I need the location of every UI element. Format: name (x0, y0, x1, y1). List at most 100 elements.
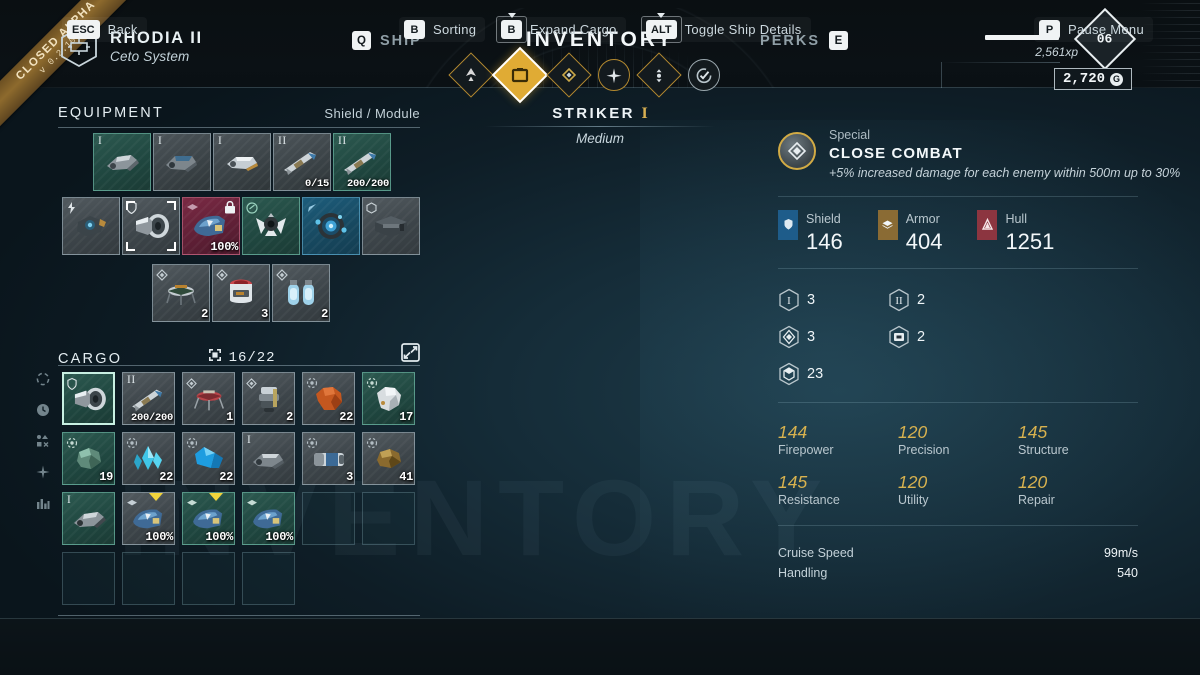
defense-value: 146 (806, 228, 843, 254)
hint-bracket (641, 16, 682, 43)
diamond-icon (216, 268, 228, 286)
attribute: 120 Repair (1018, 472, 1138, 507)
tab-perks[interactable] (591, 52, 637, 98)
cargo-slot[interactable]: 1 (182, 372, 235, 425)
hint-label: Sorting (433, 22, 477, 37)
cargo-slot-empty[interactable] (62, 552, 115, 605)
cargo-slot[interactable]: 22 (302, 372, 355, 425)
selection-corner (126, 201, 135, 210)
tier-2-icon: II (888, 288, 910, 312)
cargo-slot[interactable]: 22 (182, 432, 235, 485)
hint-back[interactable]: ESC Back (62, 17, 147, 42)
credits-display: 2,720 G (1053, 68, 1132, 90)
slot-badge: 22 (159, 470, 173, 484)
selection-corner (167, 201, 176, 210)
slot-badge: 100% (210, 240, 238, 254)
attribute-value: 144 (778, 421, 808, 442)
hint-keycap: B (404, 20, 425, 39)
cargo-slot-empty[interactable] (302, 492, 355, 545)
defense-label: Shield (806, 211, 841, 226)
cargo-filter-rail (36, 372, 50, 515)
mobility-stats: Cruise Speed 99m/s Handling 540 (778, 544, 1138, 583)
cargo-slot-empty[interactable] (182, 552, 235, 605)
shield-icon (67, 377, 77, 395)
tab-inventory[interactable] (491, 46, 549, 104)
cargo-slot-empty[interactable] (362, 492, 415, 545)
equipment-consumable-slot[interactable]: 3 (212, 264, 270, 322)
diamond-icon (156, 268, 168, 286)
hint-sorting[interactable]: B Sorting (399, 17, 486, 42)
expand-icon[interactable] (401, 343, 420, 367)
selection-corner (167, 242, 176, 251)
slot-badge: 22 (339, 410, 353, 424)
defense-hull: Hull 1251 (977, 209, 1054, 254)
hint-keycap: P (1039, 20, 1060, 39)
hint-expand-cargo[interactable]: B Expand Cargo (496, 13, 626, 43)
mobility-label: Handling (778, 565, 828, 580)
equipment-module-slot[interactable] (242, 197, 300, 255)
slot-count-value: 3 (807, 328, 816, 345)
filter-recent-icon[interactable] (36, 403, 50, 422)
cargo-slot[interactable]: 100% (242, 492, 295, 545)
equipment-module-slot[interactable]: 100% (182, 197, 240, 255)
attribute-value: 145 (778, 472, 808, 493)
cargo-slot[interactable]: 41 (362, 432, 415, 485)
cargo-divider (58, 365, 420, 366)
slot-tier: I (158, 135, 163, 147)
equipment-module-slot[interactable] (62, 197, 120, 255)
hull-icon (977, 209, 998, 240)
hint-toggle-ship-details[interactable]: ALT Toggle Ship Details (641, 13, 811, 43)
slot-count-value: 23 (807, 365, 824, 382)
filter-all-icon[interactable] (36, 372, 50, 391)
cargo-slot[interactable]: 100% (122, 492, 175, 545)
attribute-label: Precision (898, 443, 950, 458)
cargo-capacity: 16/22 (228, 349, 276, 366)
cargo-slot-selected[interactable] (62, 372, 115, 425)
slot-count-module: 2 (888, 325, 998, 349)
cargo-slot[interactable]: 2 (242, 372, 295, 425)
equipment-module-slot[interactable] (302, 197, 360, 255)
filter-resources-icon[interactable] (36, 465, 50, 484)
details-divider-4 (778, 525, 1138, 527)
cargo-slot[interactable]: 22 (122, 432, 175, 485)
cargo-slot-empty[interactable] (242, 552, 295, 605)
slot-tier: I (247, 434, 252, 446)
tab-mobility[interactable] (636, 52, 682, 98)
engine-icon (246, 201, 258, 219)
cargo-slot-empty[interactable] (122, 552, 175, 605)
tab-complete[interactable] (681, 52, 727, 98)
slot-tier: I (98, 135, 103, 147)
armor-icon (877, 209, 898, 240)
equipment-module-slot-selected[interactable] (122, 197, 180, 255)
tab-modules[interactable] (546, 52, 592, 98)
equipment-consumable-slot[interactable]: 2 (152, 264, 210, 322)
filter-items-icon[interactable] (36, 434, 50, 453)
cargo-slot[interactable]: 17 (362, 372, 415, 425)
cargo-icon (366, 201, 377, 219)
special-label: Special (829, 128, 870, 142)
special-ability: Special CLOSE COMBAT +5% increased damag… (778, 128, 1180, 182)
ore-icon (66, 436, 78, 454)
tab-ship[interactable] (448, 52, 494, 98)
hint-keycap: ESC (67, 20, 100, 39)
slot-badge: 2 (321, 307, 328, 321)
cargo-slot[interactable]: I (242, 432, 295, 485)
armor-icon (186, 201, 199, 219)
diamond-icon (246, 376, 257, 394)
cargo-slot[interactable]: I (62, 492, 115, 545)
equipment-consumable-slot[interactable]: 2 (272, 264, 330, 322)
slot-count-special: 3 (778, 325, 888, 349)
slot-badge: 3 (346, 470, 353, 484)
armor-icon (246, 496, 258, 514)
filter-stats-icon[interactable] (36, 496, 50, 515)
cargo-slot[interactable]: 100% (182, 492, 235, 545)
ore-icon (126, 436, 138, 454)
cargo-slot[interactable]: 19 (62, 432, 115, 485)
equipment-module-slot[interactable] (362, 197, 420, 255)
nav-perks-keycap: E (829, 31, 848, 50)
details-divider-1 (778, 195, 1138, 197)
cargo-slot[interactable]: 3 (302, 432, 355, 485)
cargo-slot[interactable]: II 200/200 (122, 372, 175, 425)
hint-pause-menu[interactable]: P Pause Menu (1034, 17, 1153, 42)
ore-icon (366, 436, 378, 454)
